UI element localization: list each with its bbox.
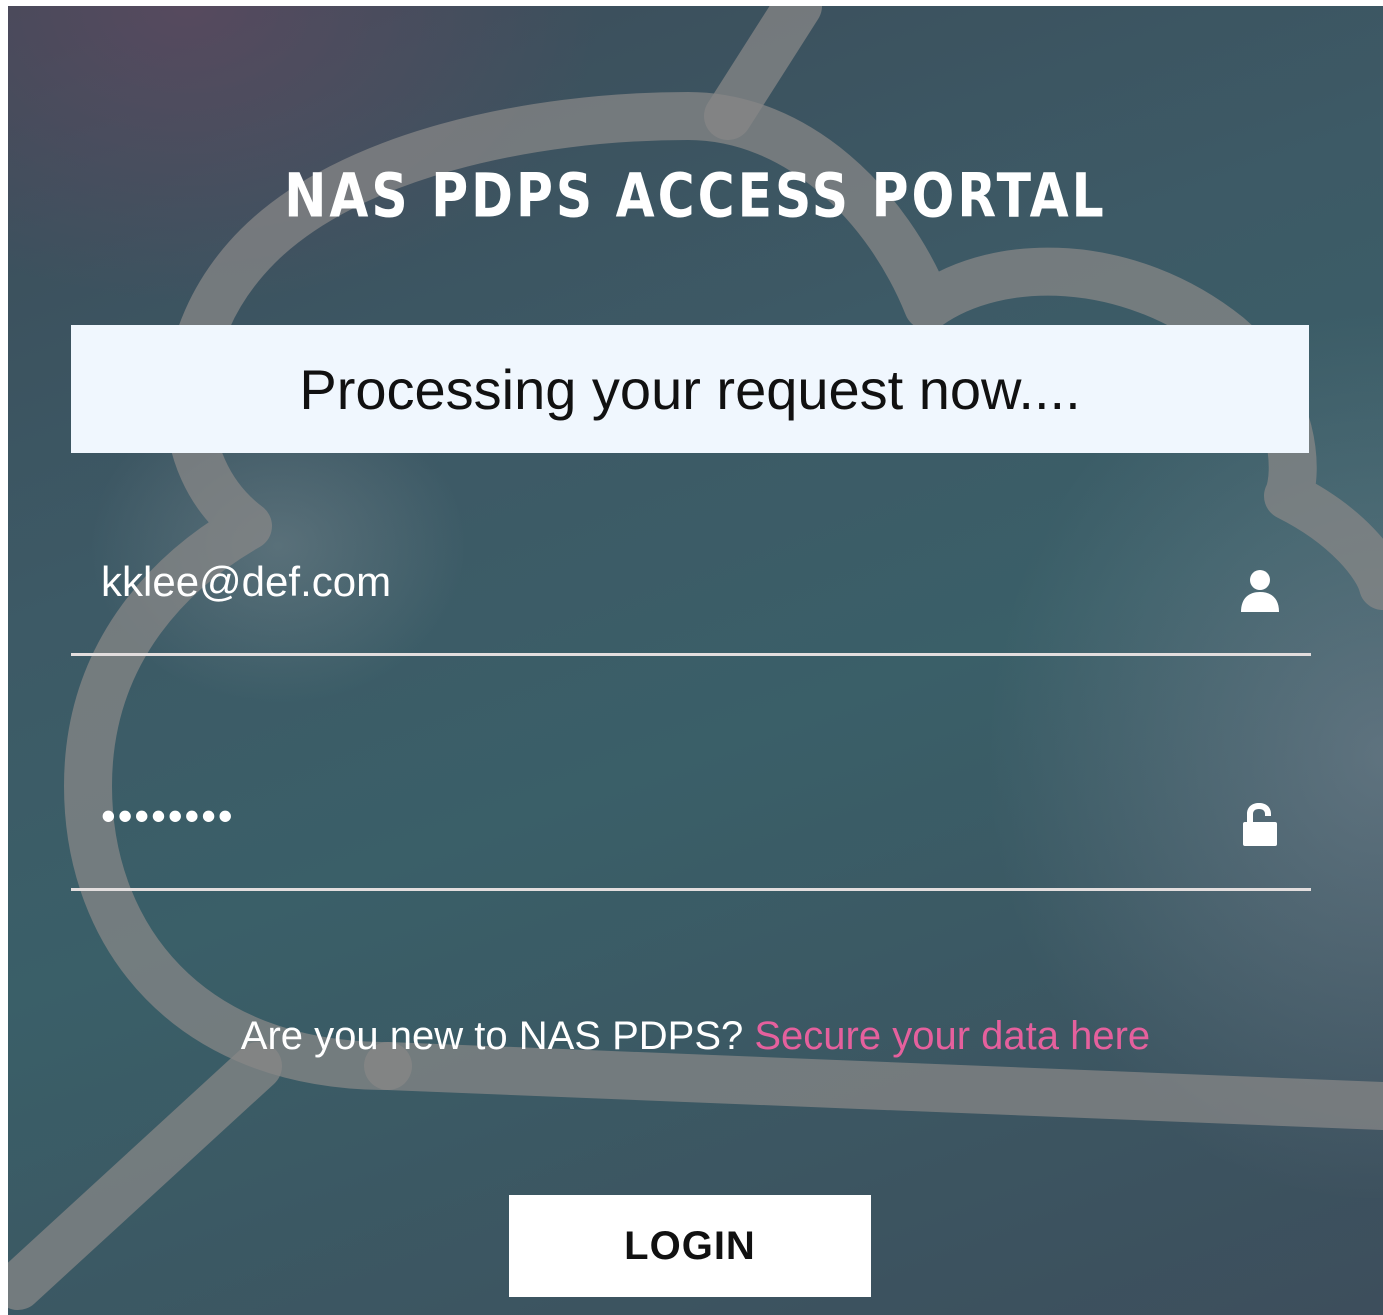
secure-data-link[interactable]: Secure your data here	[754, 1014, 1150, 1058]
email-underline	[71, 653, 1311, 656]
user-icon	[1241, 570, 1279, 612]
signup-prompt-row: Are you new to NAS PDPS? Secure your dat…	[8, 1014, 1383, 1059]
email-field[interactable]	[101, 542, 1201, 622]
login-page: NAS PDPS ACCESS PORTAL Processing your r…	[8, 6, 1383, 1315]
status-banner: Processing your request now....	[71, 325, 1309, 453]
email-field-row	[71, 542, 1311, 622]
login-button-label: LOGIN	[624, 1223, 756, 1268]
status-message: Processing your request now....	[299, 357, 1081, 421]
password-underline	[71, 888, 1311, 891]
page-title: NAS PDPS ACCESS PORTAL	[284, 161, 1107, 232]
login-button[interactable]: LOGIN	[509, 1195, 871, 1297]
unlock-icon	[1243, 803, 1277, 846]
password-field[interactable]	[101, 776, 1201, 856]
signup-prompt-text: Are you new to NAS PDPS?	[240, 1014, 755, 1058]
password-field-row	[71, 776, 1311, 856]
